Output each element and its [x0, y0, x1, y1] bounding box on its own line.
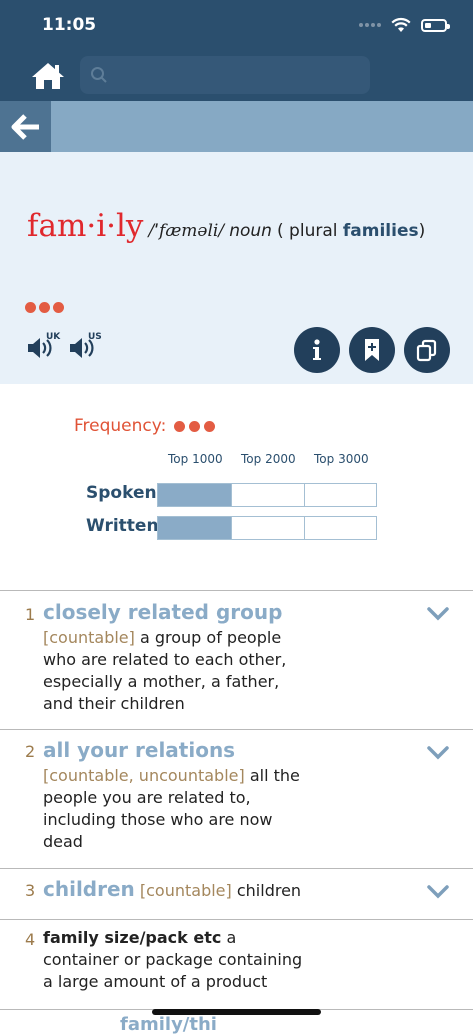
phrase-label: family size/pack etc	[43, 928, 222, 947]
audio-uk-label: UK	[46, 332, 61, 342]
frequency-label: Frequency:	[74, 416, 216, 436]
back-button[interactable]	[0, 101, 51, 152]
chevron-down-icon[interactable]	[427, 607, 449, 621]
navigation-subbar	[0, 101, 473, 152]
battery-icon	[421, 18, 450, 32]
grammar-label: [countable, uncountable]	[43, 766, 245, 785]
part-of-speech: noun	[229, 221, 272, 241]
status-time: 11:05	[42, 15, 97, 35]
sense-signpost: all your relations	[43, 738, 236, 762]
spoken-frequency-bar	[157, 483, 377, 507]
pronunciation: /ˈfæməli/	[148, 221, 225, 241]
audio-us-button[interactable]: US	[68, 332, 104, 362]
frequency-label-dots	[174, 420, 216, 432]
spoken-label: Spoken	[86, 483, 157, 503]
next-entry-peek: family/thi	[120, 1014, 217, 1035]
sense-definition: [countable] a group of people who are re…	[43, 628, 287, 713]
sense-number: 1	[25, 605, 36, 624]
tier-label: Top 3000	[314, 452, 369, 466]
bookmark-add-button[interactable]	[349, 327, 395, 373]
grammar-label: [countable]	[139, 881, 232, 900]
search-input[interactable]	[114, 64, 358, 88]
sense-4: 4 family size/pack etc a container or pa…	[0, 919, 473, 1011]
plural-form: families	[342, 221, 419, 241]
audio-us-label: US	[88, 332, 102, 342]
chevron-down-icon[interactable]	[427, 746, 449, 760]
home-icon	[32, 63, 64, 89]
back-arrow-icon	[11, 113, 39, 140]
info-button[interactable]	[294, 327, 340, 373]
audio-uk-button[interactable]: UK	[26, 332, 62, 362]
headword-line: fam·i·ly /ˈfæməli/ noun ( plural familie…	[27, 208, 425, 244]
sense-number: 2	[25, 742, 36, 761]
search-icon	[91, 67, 107, 83]
sense-definition: children	[236, 881, 302, 900]
sense-number: 3	[25, 881, 36, 900]
copy-icon	[416, 339, 437, 362]
sense-1[interactable]: 1 closely related group [countable] a gr…	[0, 590, 473, 730]
home-indicator	[152, 1009, 321, 1015]
tier-label: Top 2000	[241, 452, 296, 466]
spoken-bar-fill	[158, 484, 231, 506]
chevron-down-icon[interactable]	[427, 885, 449, 899]
sense-number: 4	[25, 930, 36, 949]
grammar-label: [countable]	[43, 628, 135, 647]
written-label: Written	[86, 516, 159, 536]
app-header: 11:05	[0, 0, 473, 101]
sense-definition: family size/pack etc a container or pack…	[43, 928, 303, 991]
bookmark-add-icon	[365, 339, 379, 361]
frequency-dots	[25, 302, 64, 313]
written-bar-fill	[158, 517, 231, 539]
sense-line: children [countable] children	[43, 877, 301, 901]
search-box[interactable]	[80, 56, 370, 94]
sense-2[interactable]: 2 all your relations [countable, uncount…	[0, 729, 473, 869]
status-icons	[359, 14, 450, 36]
sense-signpost: closely related group	[43, 600, 283, 624]
sense-signpost: children	[43, 877, 135, 901]
tier-label: Top 1000	[168, 452, 223, 466]
sense-3[interactable]: 3 children [countable] children	[0, 868, 473, 920]
copy-button[interactable]	[404, 327, 450, 373]
written-frequency-bar	[157, 516, 377, 540]
plural-info: ( plural families)	[277, 221, 426, 241]
headword: fam·i·ly	[27, 208, 144, 244]
info-icon	[313, 339, 321, 360]
home-button[interactable]	[30, 60, 66, 92]
cellular-signal-icon	[359, 23, 381, 27]
sense-definition: [countable, uncountable] all the people …	[43, 766, 300, 851]
wifi-icon	[391, 17, 411, 32]
